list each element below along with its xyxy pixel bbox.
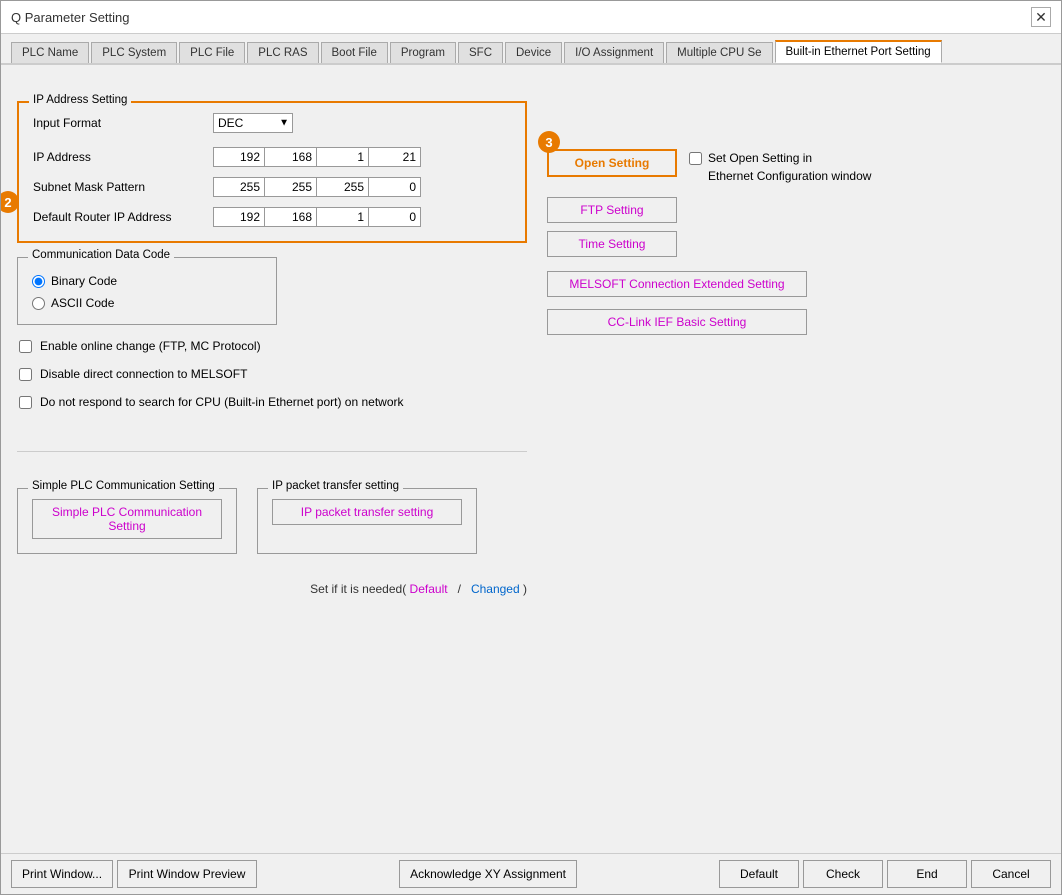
cancel-btn[interactable]: Cancel	[971, 860, 1051, 888]
footer: Print Window... Print Window Preview Ack…	[1, 853, 1061, 894]
set-needed-suffix: )	[523, 582, 527, 596]
check-btn[interactable]: Check	[803, 860, 883, 888]
set-needed-row: Set if it is needed( Default / Changed )	[17, 582, 527, 596]
subnet-octet-2[interactable]	[265, 177, 317, 197]
tab-program[interactable]: Program	[390, 42, 456, 63]
default-router-row: Default Router IP Address	[33, 207, 511, 227]
bottom-section: Simple PLC Communication Setting Simple …	[17, 488, 527, 554]
subnet-mask-row: Subnet Mask Pattern	[33, 177, 511, 197]
binary-code-option[interactable]: Binary Code	[32, 274, 262, 288]
default-router-inputs	[213, 207, 421, 227]
tab-builtin-ethernet[interactable]: Built-in Ethernet Port Setting	[775, 40, 942, 63]
disable-direct-label: Disable direct connection to MELSOFT	[40, 367, 247, 381]
melsoft-btn[interactable]: MELSOFT Connection Extended Setting	[547, 271, 807, 297]
ip-address-label: IP Address	[33, 150, 213, 164]
tab-device[interactable]: Device	[505, 42, 562, 63]
time-setting-btn[interactable]: Time Setting	[547, 231, 677, 257]
disable-direct-row: Disable direct connection to MELSOFT	[19, 367, 527, 381]
tab-plc-file[interactable]: PLC File	[179, 42, 245, 63]
router-octet-2[interactable]	[265, 207, 317, 227]
badge-3: 3	[538, 131, 560, 153]
print-window-btn[interactable]: Print Window...	[11, 860, 113, 888]
window-title: Q Parameter Setting	[11, 10, 130, 25]
ip-octet-4[interactable]	[369, 147, 421, 167]
do-not-respond-checkbox[interactable]	[19, 396, 32, 409]
open-setting-checkbox[interactable]	[689, 152, 702, 165]
radio-group: Binary Code ASCII Code	[32, 268, 262, 310]
open-setting-btn[interactable]: Open Setting	[547, 149, 677, 177]
title-bar: Q Parameter Setting ✕	[1, 1, 1061, 34]
input-format-label: Input Format	[33, 116, 213, 130]
checkboxes-area: Enable online change (FTP, MC Protocol) …	[17, 339, 527, 423]
end-btn[interactable]: End	[887, 860, 967, 888]
subnet-octet-1[interactable]	[213, 177, 265, 197]
subnet-octet-3[interactable]	[317, 177, 369, 197]
router-octet-3[interactable]	[317, 207, 369, 227]
input-format-row: Input Format DEC HEX ▼	[33, 113, 511, 133]
subnet-mask-inputs	[213, 177, 421, 197]
acknowledge-btn[interactable]: Acknowledge XY Assignment	[399, 860, 577, 888]
print-preview-btn[interactable]: Print Window Preview	[117, 860, 257, 888]
ip-address-row: IP Address	[33, 147, 511, 167]
enable-online-row: Enable online change (FTP, MC Protocol)	[19, 339, 527, 353]
set-needed-changed: Changed	[471, 582, 520, 596]
subnet-mask-label: Subnet Mask Pattern	[33, 180, 213, 194]
set-needed-slash: /	[451, 582, 471, 596]
ip-octet-2[interactable]	[265, 147, 317, 167]
tab-io-assignment[interactable]: I/O Assignment	[564, 42, 664, 63]
ascii-code-option[interactable]: ASCII Code	[32, 296, 262, 310]
binary-label: Binary Code	[51, 274, 117, 288]
set-needed-prefix: Set if it is needed(	[310, 582, 406, 596]
ascii-radio[interactable]	[32, 297, 45, 310]
main-window: Q Parameter Setting ✕ PLC Name PLC Syste…	[0, 0, 1062, 895]
open-setting-row: Open Setting Set Open Setting inEthernet…	[547, 149, 1045, 185]
ftp-setting-btn[interactable]: FTP Setting	[547, 197, 677, 223]
content-area: 2 3 IP Address Setting Input Format DEC …	[1, 65, 1061, 853]
right-panel: Open Setting Set Open Setting inEthernet…	[547, 81, 1045, 602]
cclink-btn[interactable]: CC-Link IEF Basic Setting	[547, 309, 807, 335]
binary-radio[interactable]	[32, 275, 45, 288]
open-setting-checkbox-area: Set Open Setting inEthernet Configuratio…	[689, 149, 871, 185]
ip-packet-legend: IP packet transfer setting	[268, 480, 403, 492]
tab-multiple-cpu[interactable]: Multiple CPU Se	[666, 42, 772, 63]
comm-data-legend: Communication Data Code	[28, 249, 174, 261]
tab-plc-ras[interactable]: PLC RAS	[247, 42, 318, 63]
subnet-octet-4[interactable]	[369, 177, 421, 197]
ip-packet-btn[interactable]: IP packet transfer setting	[272, 499, 462, 525]
communication-data-code-group: Communication Data Code Binary Code ASCI…	[17, 257, 277, 325]
tab-plc-name[interactable]: PLC Name	[11, 42, 89, 63]
open-setting-checkbox-label: Set Open Setting inEthernet Configuratio…	[708, 149, 871, 185]
left-panel: IP Address Setting Input Format DEC HEX …	[17, 81, 527, 602]
ascii-label: ASCII Code	[51, 296, 114, 310]
tab-sfc[interactable]: SFC	[458, 42, 503, 63]
simple-plc-legend: Simple PLC Communication Setting	[28, 480, 219, 492]
main-layout: IP Address Setting Input Format DEC HEX …	[17, 81, 1045, 602]
ip-octet-1[interactable]	[213, 147, 265, 167]
do-not-respond-row: Do not respond to search for CPU (Built-…	[19, 395, 527, 409]
simple-plc-group: Simple PLC Communication Setting Simple …	[17, 488, 237, 554]
ip-address-legend: IP Address Setting	[29, 94, 131, 106]
ip-packet-group: IP packet transfer setting IP packet tra…	[257, 488, 477, 554]
default-btn[interactable]: Default	[719, 860, 799, 888]
disable-direct-checkbox[interactable]	[19, 368, 32, 381]
tab-plc-system[interactable]: PLC System	[91, 42, 177, 63]
divider	[17, 451, 527, 452]
do-not-respond-label: Do not respond to search for CPU (Built-…	[40, 395, 404, 409]
input-format-select[interactable]: DEC HEX	[213, 113, 293, 133]
router-octet-4[interactable]	[369, 207, 421, 227]
ip-octet-3[interactable]	[317, 147, 369, 167]
ip-address-inputs	[213, 147, 421, 167]
close-button[interactable]: ✕	[1031, 7, 1051, 27]
enable-online-label: Enable online change (FTP, MC Protocol)	[40, 339, 261, 353]
tab-boot-file[interactable]: Boot File	[321, 42, 388, 63]
input-format-wrapper: DEC HEX ▼	[213, 113, 293, 133]
ip-address-setting-group: IP Address Setting Input Format DEC HEX …	[17, 101, 527, 243]
simple-plc-btn[interactable]: Simple PLC Communication Setting	[32, 499, 222, 539]
enable-online-checkbox[interactable]	[19, 340, 32, 353]
tab-bar: PLC Name PLC System PLC File PLC RAS Boo…	[1, 34, 1061, 65]
default-router-label: Default Router IP Address	[33, 210, 213, 224]
set-needed-default: Default	[410, 582, 448, 596]
router-octet-1[interactable]	[213, 207, 265, 227]
